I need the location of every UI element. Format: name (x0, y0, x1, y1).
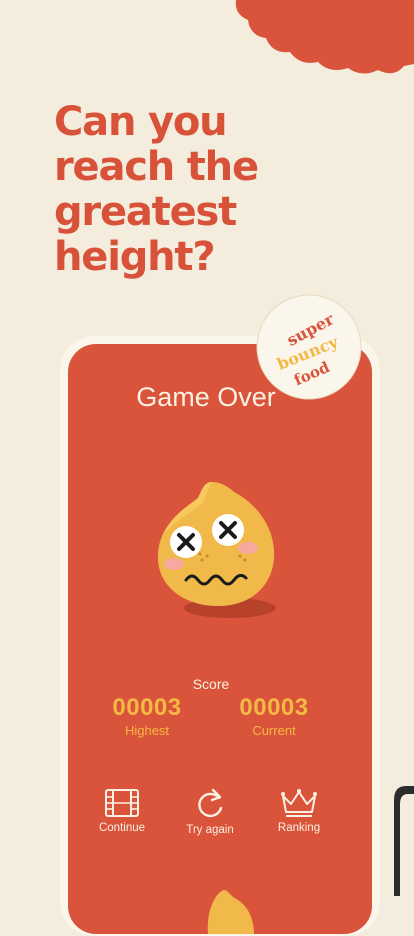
highest-score-label: Highest (124, 723, 170, 738)
decorative-blob (235, 0, 414, 74)
film-icon (105, 789, 139, 817)
headline-line-3: greatest (54, 189, 237, 235)
crown-icon (281, 789, 317, 817)
bouncing-food-peek (207, 890, 254, 934)
ranking-label: Ranking (277, 822, 321, 834)
dizzy-mascot (157, 482, 276, 618)
headline-line-4: height? (54, 234, 216, 280)
headline: Can you reach the greatest height? (54, 100, 394, 280)
current-score-value: 00003 (239, 694, 309, 721)
retry-icon (198, 788, 223, 818)
highest-score-value: 00003 (112, 694, 182, 721)
headline-line-1: Can you (54, 99, 228, 145)
continue-button[interactable]: Continue (77, 788, 167, 834)
ranking-button[interactable]: Ranking (254, 788, 344, 834)
super-bouncy-food-sticker: super bouncy food (256, 294, 362, 400)
highest-score: 00003 Highest (97, 694, 197, 738)
score-title: Score (192, 676, 230, 692)
game-over-screen: Game Over Score 00003 Highest 00003 Curr… (68, 344, 372, 934)
second-device-edge (394, 786, 414, 896)
try-again-label: Try again (186, 824, 234, 836)
current-score-label: Current (252, 723, 296, 738)
current-score: 00003 Current (224, 694, 324, 738)
continue-label: Continue (98, 822, 146, 834)
headline-line-2: reach the (54, 144, 259, 190)
try-again-button[interactable]: Try again (165, 788, 255, 836)
